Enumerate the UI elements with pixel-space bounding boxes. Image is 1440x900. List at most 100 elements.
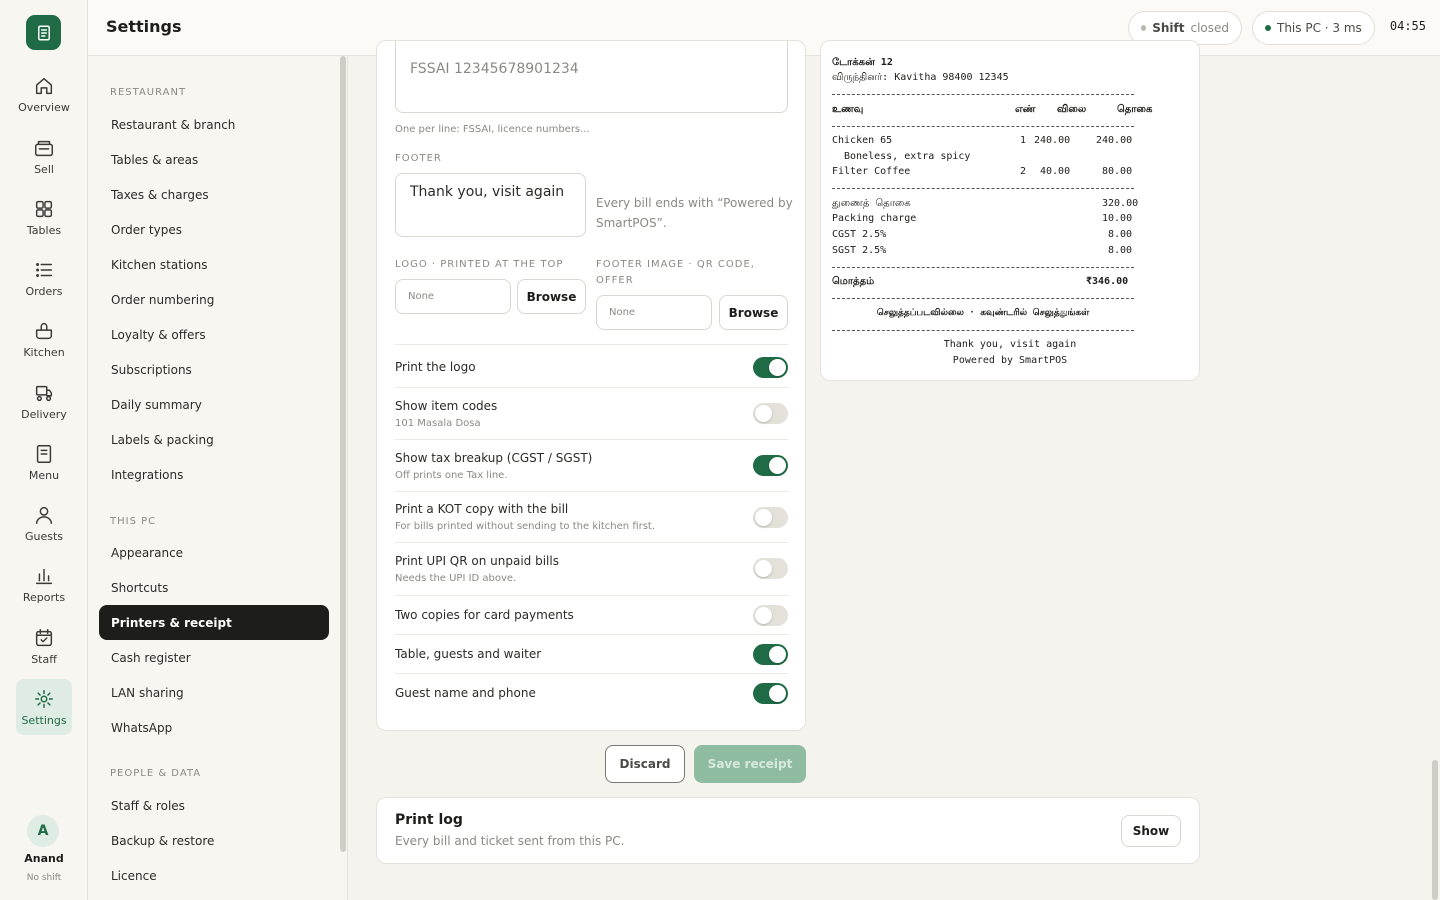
nav-item-staff-roles[interactable]: Staff & roles [99,788,329,823]
toggle-row-table-guests[interactable]: Table, guests and waiter [395,634,788,673]
document-icon [36,444,52,463]
nav-item-loyalty-offers[interactable]: Loyalty & offers [99,317,329,352]
save-receipt-button[interactable]: Save receipt [694,745,806,783]
receipt-settings-card: FSSAI 12345678901234 One per line: FSSAI… [376,40,806,731]
list-icon [36,262,53,277]
rail-menu[interactable]: Menu [16,434,72,490]
receipt-item-price: 240.00 [1034,135,1071,146]
pc-status: This PC · 3 ms [1277,21,1362,35]
nav-item-taxes-charges[interactable]: Taxes & charges [99,177,329,212]
discard-button[interactable]: Discard [605,745,685,783]
toggle-row-item-codes[interactable]: Show item codes 101 Masala Dosa [395,387,788,439]
toggle-row-guest-name[interactable]: Guest name and phone [395,673,788,713]
nav-item-integrations[interactable]: Integrations [99,457,329,492]
nav-item-restaurant-branch[interactable]: Restaurant & branch [99,107,329,142]
receipt-sgst-label: SGST 2.5% [832,245,887,256]
nav-item-subscriptions[interactable]: Subscriptions [99,352,329,387]
nav-item-backup-restore[interactable]: Backup & restore [99,823,329,858]
nav-item-labels-packing[interactable]: Labels & packing [99,422,329,457]
shift-label: Shift [1152,21,1185,35]
nav-item-appearance[interactable]: Appearance [99,535,329,570]
nav-item-cash-register[interactable]: Cash register [99,640,329,675]
main-scrollbar[interactable] [1432,760,1438,900]
rail-delivery[interactable]: Delivery [16,373,72,429]
toggle-label: Show item codes [395,399,498,413]
rail-kitchen[interactable]: Kitchen [16,311,72,367]
rail-label: Staff [31,652,57,666]
nav-item-tables-areas[interactable]: Tables & areas [99,142,329,177]
bar-chart-icon [35,568,53,584]
receipt-packing-label: Packing charge [832,213,917,224]
status-dot-icon [1141,25,1147,31]
print-log-card: Print log Every bill and ticket sent fro… [376,797,1200,864]
nav-item-kitchen-stations[interactable]: Kitchen stations [99,247,329,282]
rail-label: Tables [26,223,62,237]
header-lines-textarea[interactable]: FSSAI 12345678901234 [395,41,788,113]
guest-name-toggle[interactable] [753,683,788,704]
receipt-col-total: தொகை [1117,104,1153,115]
tax-breakup-toggle[interactable] [753,455,788,476]
logo-browse-button[interactable]: Browse [517,279,586,314]
toggle-row-tax-breakup[interactable]: Show tax breakup (CGST / SGST) Off print… [395,439,788,491]
footer-image-file-input[interactable]: None [596,295,712,330]
footer-hint: Every bill ends with “Powered by SmartPO… [596,196,793,230]
clock: 04:55 [1389,19,1426,33]
nav-scrollbar[interactable] [340,56,346,852]
nav-item-printers-receipt[interactable]: Printers & receipt [99,605,329,640]
rail-label: Delivery [21,407,67,421]
rail-tables[interactable]: Tables [16,189,72,245]
rail-label: Settings [21,713,67,727]
receipt-packing: 10.00 [1102,213,1133,224]
rail-orders[interactable]: Orders [16,250,72,306]
nav-item-order-types[interactable]: Order types [99,212,329,247]
print-logo-toggle[interactable] [753,357,788,378]
nav-item-licence[interactable]: Licence [99,858,329,893]
toggle-label: Table, guests and waiter [395,647,542,661]
nav-item-daily-summary[interactable]: Daily summary [99,387,329,422]
rail-staff[interactable]: Staff [16,618,72,674]
print-log-subtitle: Every bill and ticket sent from this PC. [395,834,625,848]
receipt-guest: விருந்தினர்: Kavitha 98400 12345 [832,72,1009,83]
receipt-item-note: Boneless, extra spicy [844,151,971,162]
rail-label: Menu [28,468,60,482]
two-copies-toggle[interactable] [753,605,788,626]
upi-qr-toggle[interactable] [753,558,788,579]
print-log-show-button[interactable]: Show [1121,815,1181,847]
header-hint: One per line: FSSAI, licence numbers... [395,124,590,135]
toggle-row-kot-copy[interactable]: Print a KOT copy with the bill For bills… [395,491,788,542]
pc-status-pill[interactable]: This PC · 3 ms [1252,11,1375,45]
receipt-sgst: 8.00 [1108,245,1133,256]
rail-sell[interactable]: Sell [16,128,72,184]
nav-item-whatsapp[interactable]: WhatsApp [99,710,329,745]
nav-section-title: PEOPLE & DATA [110,768,202,779]
item-codes-toggle[interactable] [753,403,788,424]
toggle-label: Print the logo [395,360,476,374]
kot-copy-toggle[interactable] [753,507,788,528]
nav-item-order-numbering[interactable]: Order numbering [99,282,329,317]
app-logo-icon[interactable] [26,15,61,50]
receipt-divider [832,126,1134,127]
footer-image-label: FOOTER IMAGE · QR CODE, OFFER [596,259,755,286]
logo-file-input[interactable]: None [395,279,511,314]
toggle-label: Guest name and phone [395,686,536,700]
receipt-item-total: 240.00 [1096,135,1133,146]
table-guests-toggle[interactable] [753,644,788,665]
footer-textarea[interactable]: Thank you, visit again [395,173,586,237]
rail-reports[interactable]: Reports [16,556,72,612]
user-shift-status: No shift [26,873,62,883]
toggle-row-two-copies[interactable]: Two copies for card payments [395,595,788,634]
footer-image-browse-button[interactable]: Browse [719,295,788,330]
page-title: Settings [106,17,182,36]
avatar[interactable]: A [27,815,59,847]
rail-overview[interactable]: Overview [16,66,72,122]
receipt-item-qty: 2 [1020,166,1027,177]
nav-item-lan-sharing[interactable]: LAN sharing [99,675,329,710]
register-icon [35,140,53,156]
toggle-row-upi-qr[interactable]: Print UPI QR on unpaid bills Needs the U… [395,542,788,595]
receipt-divider [832,267,1134,268]
scooter-icon [35,385,53,401]
rail-guests[interactable]: Guests [16,495,72,551]
nav-item-shortcuts[interactable]: Shortcuts [99,570,329,605]
toggle-row-print-logo[interactable]: Print the logo [395,344,788,387]
rail-settings[interactable]: Settings [16,679,72,735]
